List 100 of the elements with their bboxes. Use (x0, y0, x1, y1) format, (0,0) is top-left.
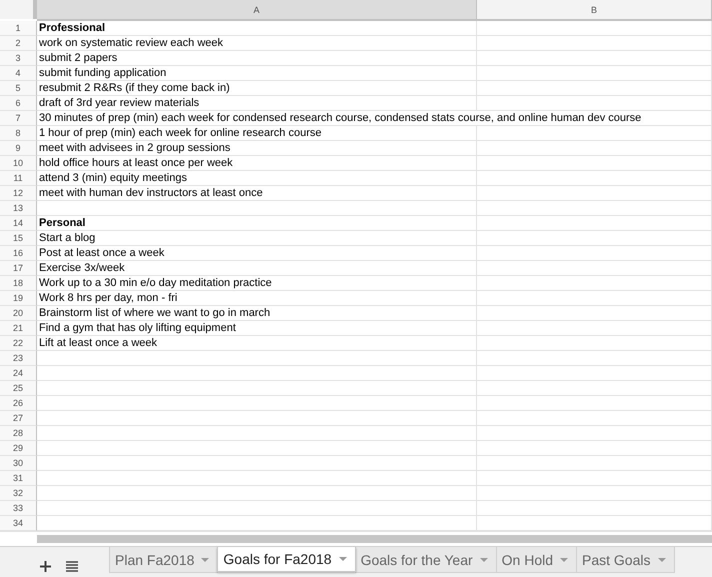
table-cell[interactable] (477, 456, 712, 471)
table-cell[interactable]: Start a blog (37, 231, 477, 246)
column-header[interactable]: A (37, 0, 477, 21)
table-cell[interactable] (477, 81, 712, 96)
row-number: 18 (0, 276, 37, 291)
sheet-tab[interactable]: Goals for Fa2018 (217, 547, 356, 572)
table-cell[interactable] (477, 51, 712, 66)
row-number: 3 (0, 51, 37, 66)
table-cell[interactable] (477, 471, 712, 486)
table-cell[interactable]: Exercise 3x/week (37, 261, 477, 276)
sheet-tab[interactable]: Goals for the Year (354, 547, 497, 573)
table-cell[interactable] (477, 36, 712, 51)
table-cell[interactable] (37, 441, 477, 456)
table-cell[interactable] (477, 291, 712, 306)
table-cell[interactable] (477, 96, 712, 111)
table-cell[interactable] (477, 246, 712, 261)
table-cell[interactable] (477, 411, 712, 426)
row-number: 26 (0, 396, 37, 411)
table-cell[interactable] (477, 126, 712, 141)
table-cell[interactable] (37, 351, 477, 366)
table-cell[interactable] (37, 426, 477, 441)
table-cell[interactable]: meet with human dev instructors at least once (37, 186, 477, 201)
table-cell[interactable] (477, 336, 712, 351)
table-cell[interactable] (477, 171, 712, 186)
caret-icon[interactable] (338, 557, 347, 561)
table-cell[interactable] (477, 306, 712, 321)
table-cell[interactable] (37, 456, 477, 471)
column-header[interactable]: B (477, 0, 712, 21)
row-number: 17 (0, 261, 37, 276)
table-cell[interactable] (477, 186, 712, 201)
table-cell[interactable] (477, 441, 712, 456)
row-number: 2 (0, 36, 37, 51)
table-cell[interactable] (477, 276, 712, 291)
table-cell[interactable]: Work up to a 30 min e/o day meditation practice (37, 276, 477, 291)
table-cell[interactable] (477, 381, 712, 396)
table-cell[interactable] (477, 216, 712, 231)
row-number: 10 (0, 156, 37, 171)
table-cell[interactable] (37, 486, 477, 501)
table-cell[interactable] (477, 366, 712, 381)
table-cell[interactable] (37, 396, 477, 411)
table-cell[interactable]: draft of 3rd year review materials (37, 96, 477, 111)
table-cell[interactable] (477, 396, 712, 411)
row-number: 15 (0, 231, 37, 246)
table-cell[interactable] (477, 351, 712, 366)
table-cell[interactable] (477, 261, 712, 276)
table-cell[interactable]: meet with advisees in 2 group sessions (37, 141, 477, 156)
row-number: 27 (0, 411, 37, 426)
row-number: 5 (0, 81, 37, 96)
table-cell[interactable]: submit 2 papers (37, 51, 477, 66)
table-cell[interactable] (37, 201, 477, 216)
row-number: 21 (0, 321, 37, 336)
caret-icon[interactable] (201, 558, 210, 562)
row-number: 7 (0, 111, 37, 126)
caret-icon[interactable] (480, 558, 488, 562)
table-cell[interactable] (477, 486, 712, 501)
sheet-tab[interactable]: On Hold (496, 547, 578, 573)
table-cell[interactable] (37, 471, 477, 486)
table-cell[interactable] (37, 411, 477, 426)
row-number: 13 (0, 201, 37, 216)
table-cell[interactable] (477, 231, 712, 246)
table-cell[interactable] (477, 321, 712, 336)
table-cell[interactable]: work on systematic review each week (37, 36, 477, 51)
table-cell[interactable] (37, 366, 477, 381)
table-cell[interactable]: Work 8 hrs per day, mon - fri (37, 291, 477, 306)
row-number: 31 (0, 471, 37, 486)
table-cell[interactable] (37, 501, 477, 516)
table-cell[interactable] (477, 21, 712, 36)
sheet-tab[interactable]: Past Goals (576, 547, 674, 573)
table-cell[interactable] (477, 156, 712, 171)
row-number: 19 (0, 291, 37, 306)
row-number: 23 (0, 351, 37, 366)
table-cell[interactable] (477, 501, 712, 516)
row-number: 9 (0, 141, 37, 156)
sheet-tab[interactable]: Plan Fa2018 (109, 547, 218, 573)
row-number: 4 (0, 66, 37, 81)
table-cell[interactable]: resubmit 2 R&Rs (if they come back in) (37, 81, 477, 96)
horizontal-scrollbar[interactable] (37, 535, 712, 543)
table-cell[interactable] (477, 141, 712, 156)
table-cell[interactable]: hold office hours at least once per week (37, 156, 477, 171)
row-number: 16 (0, 246, 37, 261)
table-cell[interactable] (477, 201, 712, 216)
caret-icon[interactable] (658, 558, 666, 562)
table-cell[interactable] (477, 66, 712, 81)
caret-icon[interactable] (560, 558, 568, 562)
table-cell[interactable] (37, 381, 477, 396)
table-cell[interactable]: attend 3 (min) equity meetings (37, 171, 477, 186)
row-number: 8 (0, 126, 37, 141)
table-cell[interactable]: Professional (37, 21, 477, 36)
plus-icon (40, 560, 50, 572)
table-cell[interactable]: Post at least once a week (37, 246, 477, 261)
table-cell[interactable] (477, 426, 712, 441)
corner-cell[interactable] (0, 0, 37, 19)
table-cell[interactable]: Lift at least once a week (37, 336, 477, 351)
table-cell[interactable]: submit funding application (37, 66, 477, 81)
row-number: 22 (0, 336, 37, 351)
table-cell[interactable]: 30 minutes of prep (min) each week for condensed research course, condensed stats course, and online human dev course (37, 111, 712, 126)
table-cell[interactable]: 1 hour of prep (min) each week for online research course (37, 126, 477, 141)
table-cell[interactable]: Personal (37, 216, 477, 231)
table-cell[interactable]: Find a gym that has oly lifting equipment (37, 321, 477, 336)
table-cell[interactable]: Brainstorm list of where we want to go in march (37, 306, 477, 321)
